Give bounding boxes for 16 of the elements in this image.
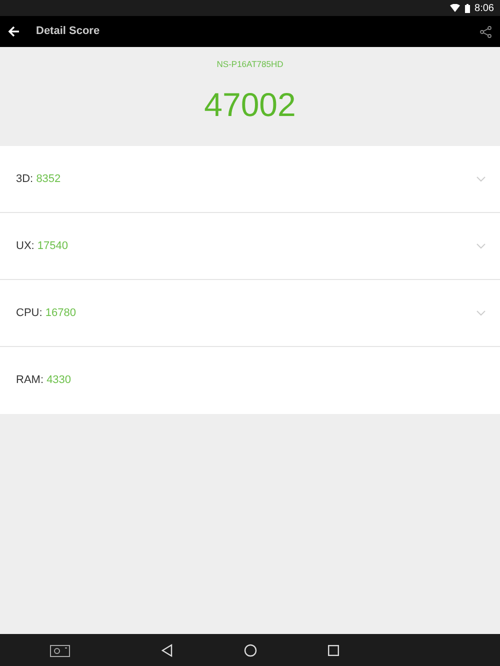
back-arrow-icon[interactable] <box>8 26 20 37</box>
share-icon[interactable] <box>480 26 492 38</box>
recent-apps-icon[interactable] <box>328 644 339 656</box>
score-label: CPU: 16780 <box>16 306 76 321</box>
screenshot-icon[interactable] <box>50 644 70 656</box>
score-label: RAM: 4330 <box>16 373 72 388</box>
home-icon[interactable] <box>244 644 257 656</box>
back-icon[interactable] <box>161 644 173 656</box>
total-score: 47002 <box>204 88 296 121</box>
screen-title: Detail Score <box>36 24 101 40</box>
score-label: UX: 17540 <box>16 238 68 254</box>
device-name: NS-P16AT785HD <box>216 58 284 71</box>
wifi-icon <box>450 4 460 12</box>
score-label: 3D: 8352 <box>16 172 61 187</box>
clock: 8:06 <box>474 2 494 16</box>
battery-icon <box>464 4 470 12</box>
